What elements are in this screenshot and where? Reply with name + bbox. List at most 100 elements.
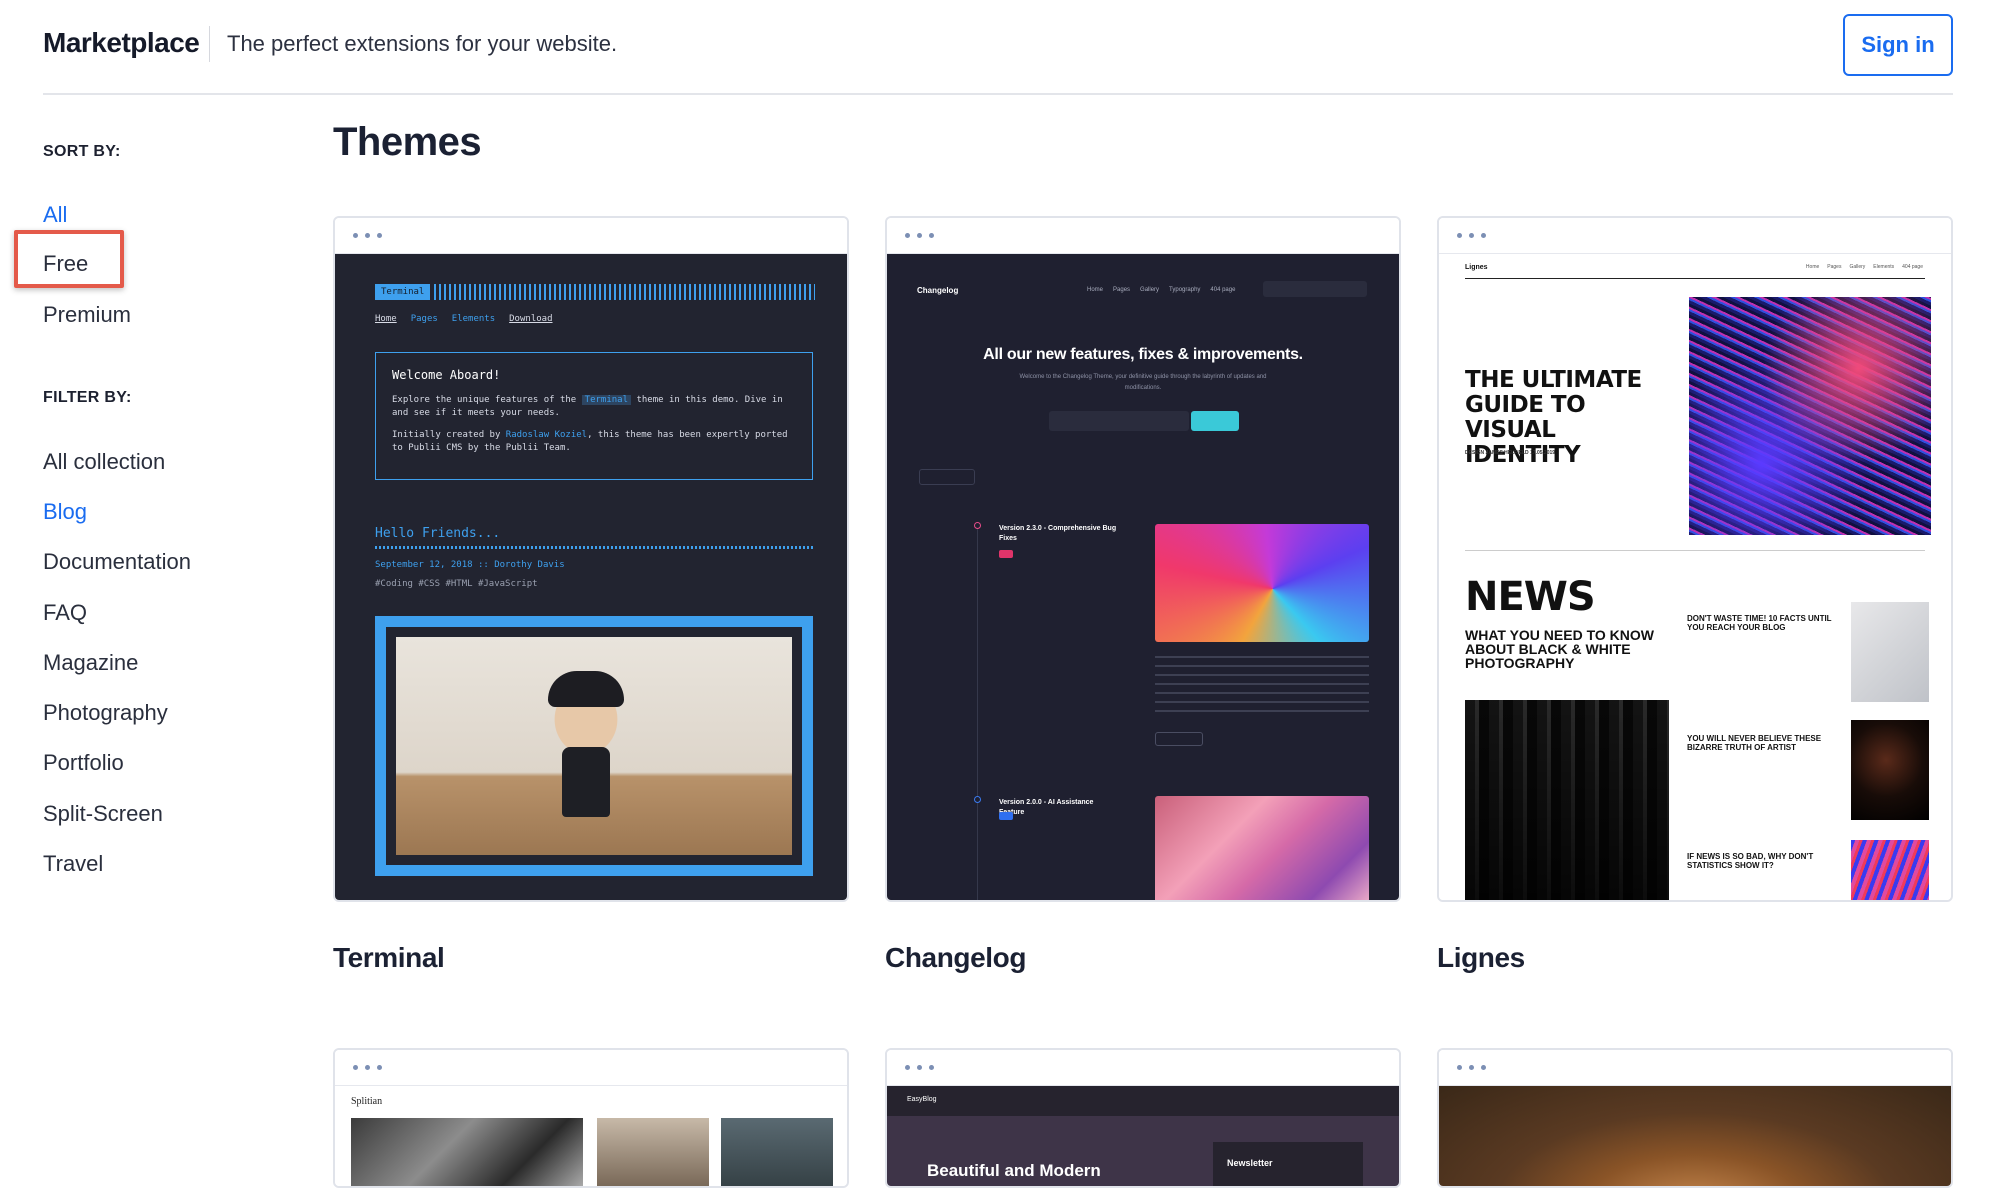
brand-logo[interactable]: Marketplace [43, 27, 200, 59]
theme-card-sixth[interactable] [1437, 1048, 1953, 1188]
preview-newsletter-label: Newsletter [1227, 1158, 1273, 1168]
window-dots-icon [905, 1065, 934, 1070]
window-dots-icon [1457, 1065, 1486, 1070]
preview-nav-item: Pages [1827, 264, 1842, 270]
preview-image [351, 1118, 583, 1186]
theme-card-changelog[interactable]: Changelog Home Pages Gallery Typography … [885, 216, 1401, 902]
filter-option-all-collection[interactable]: All collection [43, 449, 165, 475]
filter-option-blog[interactable]: Blog [43, 499, 87, 525]
preview-image [597, 1118, 709, 1186]
preview-entry-title: Version 2.3.0 - Comprehensive Bug Fixes [999, 525, 1117, 542]
preview-post-title: Hello Friends... [375, 526, 501, 541]
sort-option-premium[interactable]: Premium [43, 302, 131, 328]
theme-preview: Splitian [335, 1086, 847, 1186]
preview-entry-image [1155, 524, 1369, 642]
figure-body [562, 747, 610, 817]
page-title: Themes [333, 120, 482, 164]
filter-option-magazine[interactable]: Magazine [43, 650, 138, 676]
sort-option-all[interactable]: All [43, 202, 67, 228]
browser-chrome [1439, 1050, 1951, 1086]
preview-logo: EasyBlog [907, 1096, 937, 1103]
top-header: Marketplace The perfect extensions for y… [43, 0, 1953, 95]
preview-search-field [1263, 281, 1367, 297]
preview-logo: Terminal [375, 282, 815, 302]
preview-nav-item: Elements [451, 314, 496, 324]
theme-preview: Lignes Home Pages Gallery Elements 404 p… [1439, 254, 1951, 900]
preview-entry-badge [999, 812, 1013, 820]
browser-chrome [887, 1050, 1399, 1086]
preview-nav: Home Pages Elements Download [375, 314, 553, 324]
filter-option-faq[interactable]: FAQ [43, 600, 87, 626]
preview-top-bar [887, 1086, 1399, 1116]
preview-post-meta: September 12, 2018 :: Dorothy Davis [375, 560, 565, 570]
window-dots-icon [353, 1065, 382, 1070]
preview-logo: Splitian [351, 1096, 383, 1107]
preview-nav-item: Elements [1873, 264, 1895, 270]
preview-box-line1: Explore the unique features of the Termi… [392, 394, 796, 420]
preview-nav-item: 404 page [1902, 264, 1923, 270]
filter-option-documentation[interactable]: Documentation [43, 549, 191, 575]
preview-nav: Home Pages Gallery Elements 404 page [1806, 264, 1923, 270]
theme-card-easyblog[interactable]: EasyBlog Beautiful and Modern Newsletter [885, 1048, 1401, 1188]
preview-side-image [1851, 602, 1929, 702]
preview-nav-item: Home [1087, 287, 1104, 293]
preview-nav-item: 404 page [1210, 287, 1236, 293]
preview-headline: Beautiful and Modern [927, 1161, 1101, 1180]
preview-welcome-box: Welcome Aboard! Explore the unique featu… [375, 352, 813, 480]
window-dots-icon [905, 233, 934, 238]
theme-name-terminal[interactable]: Terminal [333, 942, 445, 974]
theme-name-lignes[interactable]: Lignes [1437, 942, 1525, 974]
preview-nav-item: Home [1805, 264, 1820, 270]
timeline-node [974, 522, 981, 529]
sort-by-heading: SORT BY: [43, 143, 121, 160]
theme-card-lignes[interactable]: Lignes Home Pages Gallery Elements 404 p… [1437, 216, 1953, 902]
preview-side-article: DON'T WASTE TIME! 10 FACTS UNTIL YOU REA… [1687, 614, 1832, 632]
preview-read-more-button [1155, 732, 1203, 746]
preview-entry-image [1155, 796, 1369, 900]
logo-bars [434, 284, 815, 300]
timeline-node [974, 796, 981, 803]
figure-hair [548, 671, 624, 707]
preview-rule [1465, 278, 1925, 279]
browser-chrome [1439, 218, 1951, 254]
preview-nav-item: Download [509, 314, 553, 324]
preview-link: Radoslaw Koziel [505, 430, 588, 440]
sort-option-free[interactable]: Free [43, 251, 88, 277]
preview-entry-badge [999, 550, 1013, 558]
theme-card-splitian[interactable]: Splitian [333, 1048, 849, 1188]
browser-chrome [887, 218, 1399, 254]
preview-entry-title: Version 2.0.0 - AI Assistance Feature [999, 799, 1094, 816]
preview-timeline [977, 524, 978, 900]
preview-logo-tag: Terminal [375, 284, 431, 300]
theme-card-terminal[interactable]: Terminal Home Pages Elements Download We… [333, 216, 849, 902]
filter-option-travel[interactable]: Travel [43, 851, 103, 877]
preview-headline: All our new features, fixes & improvemen… [983, 346, 1303, 363]
preview-nav-item: Home [375, 314, 397, 324]
preview-text: Explore the unique features of the [392, 395, 577, 405]
theme-preview: Changelog Home Pages Gallery Typography … [887, 254, 1399, 900]
filter-option-portfolio[interactable]: Portfolio [43, 750, 124, 776]
preview-post-tags: #Coding #CSS #HTML #JavaScript [375, 579, 538, 589]
preview-entry-text [1155, 656, 1369, 716]
preview-subscribe-button [1191, 411, 1239, 431]
preview-side-article: IF NEWS IS SO BAD, WHY DON'T STATISTICS … [1687, 852, 1814, 870]
preview-photo [396, 637, 792, 855]
preview-text: Initially created by [392, 430, 501, 440]
filter-by-heading: FILTER BY: [43, 389, 132, 406]
window-dots-icon [353, 233, 382, 238]
filter-option-photography[interactable]: Photography [43, 700, 168, 726]
window-dots-icon [1457, 233, 1486, 238]
preview-logo: Lignes [1465, 264, 1488, 271]
preview-nav-item: Gallery [1849, 264, 1866, 270]
theme-preview [1439, 1086, 1951, 1186]
browser-chrome [335, 1050, 847, 1086]
theme-name-changelog[interactable]: Changelog [885, 942, 1026, 974]
theme-preview: EasyBlog Beautiful and Modern Newsletter [887, 1086, 1399, 1186]
preview-rule [1465, 550, 1925, 551]
sign-in-button[interactable]: Sign in [1843, 14, 1953, 76]
preview-box-line2: Initially created by Radoslaw Koziel, th… [392, 429, 796, 455]
preview-news-heading: NEWS [1465, 574, 1596, 620]
filter-option-split-screen[interactable]: Split-Screen [43, 801, 163, 827]
preview-newsletter-box: Newsletter [1213, 1142, 1363, 1186]
preview-photo-frame [375, 616, 813, 876]
